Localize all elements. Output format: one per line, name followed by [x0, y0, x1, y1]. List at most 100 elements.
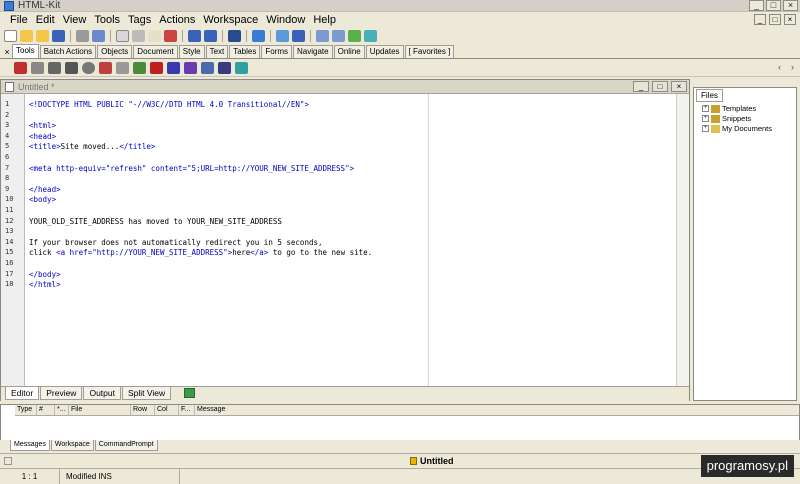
- col-col[interactable]: Col: [155, 405, 179, 415]
- exit-icon[interactable]: [364, 30, 377, 42]
- cut-icon[interactable]: [132, 30, 145, 42]
- editor-maximize-button[interactable]: □: [652, 81, 668, 92]
- text-icon[interactable]: [99, 62, 112, 74]
- col-row[interactable]: Row: [131, 405, 155, 415]
- col-file[interactable]: File: [69, 405, 131, 415]
- copy-icon[interactable]: [116, 30, 129, 42]
- code-line[interactable]: <html>: [29, 121, 56, 130]
- mdi-restore-button[interactable]: □: [769, 14, 781, 25]
- code-line[interactable]: <title>Site moved...</title>: [29, 142, 155, 151]
- delete-icon[interactable]: [164, 30, 177, 42]
- editor-scrollbar[interactable]: [676, 94, 689, 386]
- monitor-icon[interactable]: [316, 30, 329, 42]
- menu-edit[interactable]: Edit: [32, 12, 59, 28]
- dots-icon[interactable]: [167, 62, 180, 74]
- tab-workspace[interactable]: Workspace: [50, 440, 94, 451]
- panel-icon[interactable]: [252, 30, 265, 42]
- col-type[interactable]: Type: [15, 405, 37, 415]
- menu-workspace[interactable]: Workspace: [199, 12, 262, 28]
- editor-minimize-button[interactable]: _: [633, 81, 649, 92]
- tab-navigate[interactable]: Navigate: [293, 45, 333, 58]
- code-line[interactable]: </head>: [29, 185, 61, 194]
- tab-batch-actions[interactable]: Batch Actions: [39, 45, 97, 58]
- code-line[interactable]: <!DOCTYPE HTML PUBLIC "-//W3C//DTD HTML …: [29, 100, 309, 109]
- undo-icon[interactable]: [188, 30, 201, 42]
- help-icon[interactable]: [292, 30, 305, 42]
- display-icon[interactable]: [332, 30, 345, 42]
- tab-style[interactable]: Style: [178, 45, 205, 58]
- code-brackets-icon[interactable]: [48, 62, 61, 74]
- grid-icon[interactable]: [201, 62, 214, 74]
- code-line[interactable]: </html>: [29, 280, 61, 289]
- new-file-icon[interactable]: [4, 30, 17, 42]
- menu-help[interactable]: Help: [309, 12, 340, 28]
- redo-icon[interactable]: [204, 30, 217, 42]
- col-star[interactable]: *...: [55, 405, 69, 415]
- code-line[interactable]: If your browser does not automatically r…: [29, 238, 323, 247]
- tab-document[interactable]: Document: [133, 45, 178, 58]
- grip-icon[interactable]: [4, 457, 12, 465]
- brush-icon[interactable]: [184, 62, 197, 74]
- menu-tags[interactable]: Tags: [124, 12, 155, 28]
- tab-online[interactable]: Online: [333, 45, 365, 58]
- close-toolbar-icon[interactable]: ×: [2, 46, 12, 58]
- tree-item-my-documents[interactable]: + My Documents: [702, 124, 772, 133]
- page-icon[interactable]: [116, 62, 129, 74]
- plugin-icon[interactable]: [348, 30, 361, 42]
- code-line[interactable]: </body>: [29, 270, 61, 279]
- tab-output[interactable]: Output: [83, 387, 121, 400]
- tab-text[interactable]: Text: [205, 45, 229, 58]
- code-line[interactable]: <head>: [29, 132, 56, 141]
- menu-file[interactable]: File: [6, 12, 32, 28]
- active-document[interactable]: Untitled: [410, 454, 454, 468]
- code-line[interactable]: YOUR_OLD_SITE_ADDRESS has moved to YOUR_…: [29, 217, 282, 226]
- tab-updates[interactable]: Updates: [365, 45, 404, 58]
- close-button[interactable]: ×: [783, 0, 798, 11]
- open-recent-icon[interactable]: [36, 30, 49, 42]
- tab-objects[interactable]: Objects: [97, 45, 133, 58]
- code-line[interactable]: click <a href="http://YOUR_NEW_SITE_ADDR…: [29, 248, 372, 257]
- tab-editor[interactable]: Editor: [5, 387, 40, 400]
- id-icon[interactable]: [218, 62, 231, 74]
- minimize-button[interactable]: _: [749, 0, 764, 11]
- code-line[interactable]: <body>: [29, 195, 56, 204]
- scroll-right-icon[interactable]: ›: [791, 62, 794, 72]
- save-icon[interactable]: [52, 30, 65, 42]
- preview-icon[interactable]: [92, 30, 105, 42]
- menu-view[interactable]: View: [59, 12, 91, 28]
- maximize-button[interactable]: □: [766, 0, 781, 11]
- wand-icon[interactable]: [31, 62, 44, 74]
- tab-forms[interactable]: Forms: [261, 45, 293, 58]
- open-folder-icon[interactable]: [20, 30, 33, 42]
- tab-preview[interactable]: Preview: [40, 387, 83, 400]
- tab-tables[interactable]: Tables: [229, 45, 261, 58]
- col-f[interactable]: F...: [179, 405, 195, 415]
- code-editor[interactable]: <!DOCTYPE HTML PUBLIC "-//W3C//DTD HTML …: [27, 94, 427, 386]
- tab-tools[interactable]: Tools: [12, 44, 39, 58]
- scroll-left-icon[interactable]: ‹: [778, 62, 781, 72]
- col-message[interactable]: Message: [195, 405, 315, 415]
- tree-item-snippets[interactable]: + Snippets: [702, 114, 751, 123]
- validate-icon[interactable]: [235, 62, 248, 74]
- clock-icon[interactable]: [82, 62, 95, 74]
- flame-icon[interactable]: [150, 62, 163, 74]
- menu-actions[interactable]: Actions: [155, 12, 199, 28]
- add-view-icon[interactable]: [184, 388, 196, 398]
- options-icon[interactable]: [276, 30, 289, 42]
- menu-window[interactable]: Window: [262, 12, 309, 28]
- col-number[interactable]: #: [37, 405, 55, 415]
- menu-tools[interactable]: Tools: [90, 12, 124, 28]
- tree-item-templates[interactable]: + Templates: [702, 104, 756, 113]
- tab-split-view[interactable]: Split View: [121, 387, 172, 400]
- mdi-minimize-button[interactable]: _: [754, 14, 766, 25]
- equals-icon[interactable]: [65, 62, 78, 74]
- tab-command-prompt[interactable]: CommandPrompt: [94, 440, 158, 451]
- editor-close-button[interactable]: ×: [671, 81, 687, 92]
- paste-icon[interactable]: [148, 30, 161, 42]
- puzzle-icon[interactable]: [133, 62, 146, 74]
- tag-icon[interactable]: [14, 62, 27, 74]
- tab-favorites[interactable]: [ Favorites ]: [404, 45, 455, 58]
- tab-messages[interactable]: Messages: [10, 440, 50, 451]
- mdi-close-button[interactable]: ×: [784, 14, 796, 25]
- print-icon[interactable]: [76, 30, 89, 42]
